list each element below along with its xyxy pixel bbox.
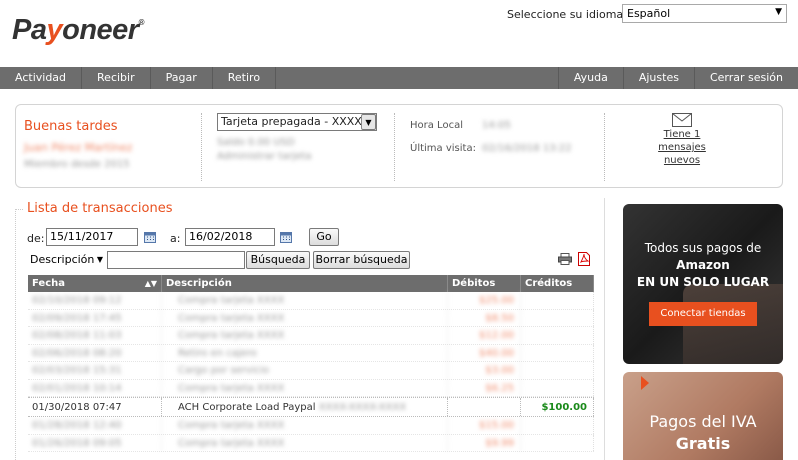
- card-select-value: Tarjeta prepagada - XXXX-50: [221, 115, 377, 128]
- connect-stores-button[interactable]: Conectar tiendas: [649, 302, 757, 326]
- clear-search-button[interactable]: Borrar búsqueda: [313, 251, 410, 269]
- section-border: [15, 209, 23, 210]
- table-header: Fecha ▲▼ Descripción Débitos Créditos: [28, 275, 594, 292]
- header-debitos[interactable]: Débitos: [448, 275, 521, 292]
- print-icon[interactable]: [558, 253, 572, 265]
- search-input[interactable]: [107, 251, 245, 269]
- table-row[interactable]: 02/03/2018 15:31 Cargo por servicio $3.00: [28, 362, 594, 380]
- table-row-highlighted[interactable]: 01/30/2018 07:47 ACH Corporate Load Payp…: [28, 397, 594, 417]
- ad-vat-title: Pagos del IVA: [649, 412, 757, 431]
- account-info-panel: Buenas tardes Juan Pérez Martínez Miembr…: [15, 104, 783, 188]
- table-row[interactable]: 02/06/2018 08:20 Retiro en cajero $40.00: [28, 344, 594, 362]
- main-nav: Actividad Recibir Pagar Retiro Ayuda Aju…: [0, 67, 798, 89]
- vat-ad-banner[interactable]: Pagos del IVA Gratis: [623, 372, 783, 460]
- from-label: de:: [27, 232, 45, 245]
- filter-select[interactable]: Descripción ▼: [27, 251, 107, 269]
- chevron-down-icon[interactable]: ▼: [361, 114, 376, 130]
- messages-line1: Tiene 1: [663, 129, 701, 140]
- language-select[interactable]: Español ▼: [622, 4, 787, 23]
- messages-link[interactable]: Tiene 1 mensajes nuevos: [641, 113, 723, 167]
- section-border: [604, 198, 605, 460]
- transactions-table: Fecha ▲▼ Descripción Débitos Créditos 02/…: [28, 275, 594, 452]
- header-descripcion[interactable]: Descripción: [162, 275, 448, 292]
- card-manage: Administrar tarjeta: [217, 151, 312, 162]
- table-row[interactable]: 02/09/2018 17:45 Compra tarjeta XXXX $8.50: [28, 309, 594, 327]
- row-debit: [448, 398, 521, 416]
- to-label: a:: [170, 232, 181, 245]
- card-balance: Saldo 0.00 USD: [217, 137, 295, 148]
- divider: [201, 113, 202, 181]
- section-border: [15, 209, 16, 460]
- play-arrow-icon: [641, 376, 649, 390]
- amazon-ad-banner[interactable]: Todos sus pagos de Amazon EN UN SOLO LUG…: [623, 204, 783, 364]
- row-date: 01/30/2018 07:47: [28, 398, 162, 416]
- chevron-down-icon: ▼: [96, 255, 103, 264]
- nav-pagar[interactable]: Pagar: [151, 67, 213, 89]
- table-row[interactable]: 02/01/2018 10:14 Compra tarjeta XXXX $6.25: [28, 379, 594, 397]
- last-visit-value: 02/16/2018 13:22: [482, 143, 572, 154]
- language-selected: Español: [627, 7, 671, 20]
- language-label: Seleccione su idioma:: [507, 8, 627, 21]
- divider: [604, 113, 605, 181]
- local-time-label: Hora Local: [410, 120, 463, 131]
- nav-actividad[interactable]: Actividad: [0, 67, 83, 89]
- filter-select-value: Descripción: [30, 253, 95, 266]
- row-description: ACH Corporate Load Paypal XXXX-XXXX-XXXX: [162, 398, 448, 416]
- last-visit-label: Última visita:: [410, 143, 476, 154]
- nav-ajustes[interactable]: Ajustes: [622, 67, 694, 89]
- nav-retiro[interactable]: Retiro: [213, 67, 277, 89]
- ad-text: Todos sus pagos de Amazon EN UN SOLO LUG…: [636, 241, 770, 289]
- envelope-icon: [672, 113, 692, 127]
- sort-icon[interactable]: ▲▼: [145, 275, 157, 292]
- member-since: Miembro desde 2015: [24, 159, 130, 170]
- go-button[interactable]: Go: [309, 228, 339, 246]
- divider: [394, 113, 395, 181]
- local-time-value: 14:05: [482, 120, 511, 131]
- calendar-icon[interactable]: [144, 231, 156, 243]
- nav-ayuda[interactable]: Ayuda: [557, 67, 623, 89]
- card-select[interactable]: Tarjeta prepagada - XXXX-50 ▼: [217, 113, 377, 131]
- nav-cerrar-sesion[interactable]: Cerrar sesión: [693, 67, 798, 89]
- account-name: Juan Pérez Martínez: [24, 141, 133, 154]
- table-row[interactable]: 01/28/2018 12:40 Compra tarjeta XXXX $15.0…: [28, 417, 594, 435]
- header-fecha[interactable]: Fecha ▲▼: [28, 275, 162, 292]
- table-row[interactable]: 01/26/2018 09:05 Compra tarjeta XXXX $9.99: [28, 434, 594, 452]
- header-creditos[interactable]: Créditos: [521, 275, 594, 292]
- messages-line2: mensajes nuevos: [658, 142, 706, 166]
- search-button[interactable]: Búsqueda: [246, 251, 310, 269]
- transactions-title: Lista de transacciones: [27, 201, 173, 216]
- pdf-icon[interactable]: [578, 252, 590, 266]
- row-credit: $100.00: [521, 398, 594, 416]
- calendar-icon[interactable]: [280, 231, 292, 243]
- chevron-down-icon: ▼: [775, 7, 782, 17]
- greeting: Buenas tardes: [24, 119, 118, 134]
- ad-vat-free: Gratis: [675, 434, 731, 453]
- nav-recibir[interactable]: Recibir: [82, 67, 151, 89]
- table-row[interactable]: 02/08/2018 11:03 Compra tarjeta XXXX $12.0…: [28, 327, 594, 345]
- from-date-input[interactable]: 15/11/2017: [46, 228, 138, 246]
- table-row[interactable]: 02/10/2018 09:12 Compra tarjeta XXXX $25.0…: [28, 292, 594, 310]
- to-date-input[interactable]: 16/02/2018: [185, 228, 275, 246]
- payoneer-logo[interactable]: Payoneer®: [12, 14, 145, 47]
